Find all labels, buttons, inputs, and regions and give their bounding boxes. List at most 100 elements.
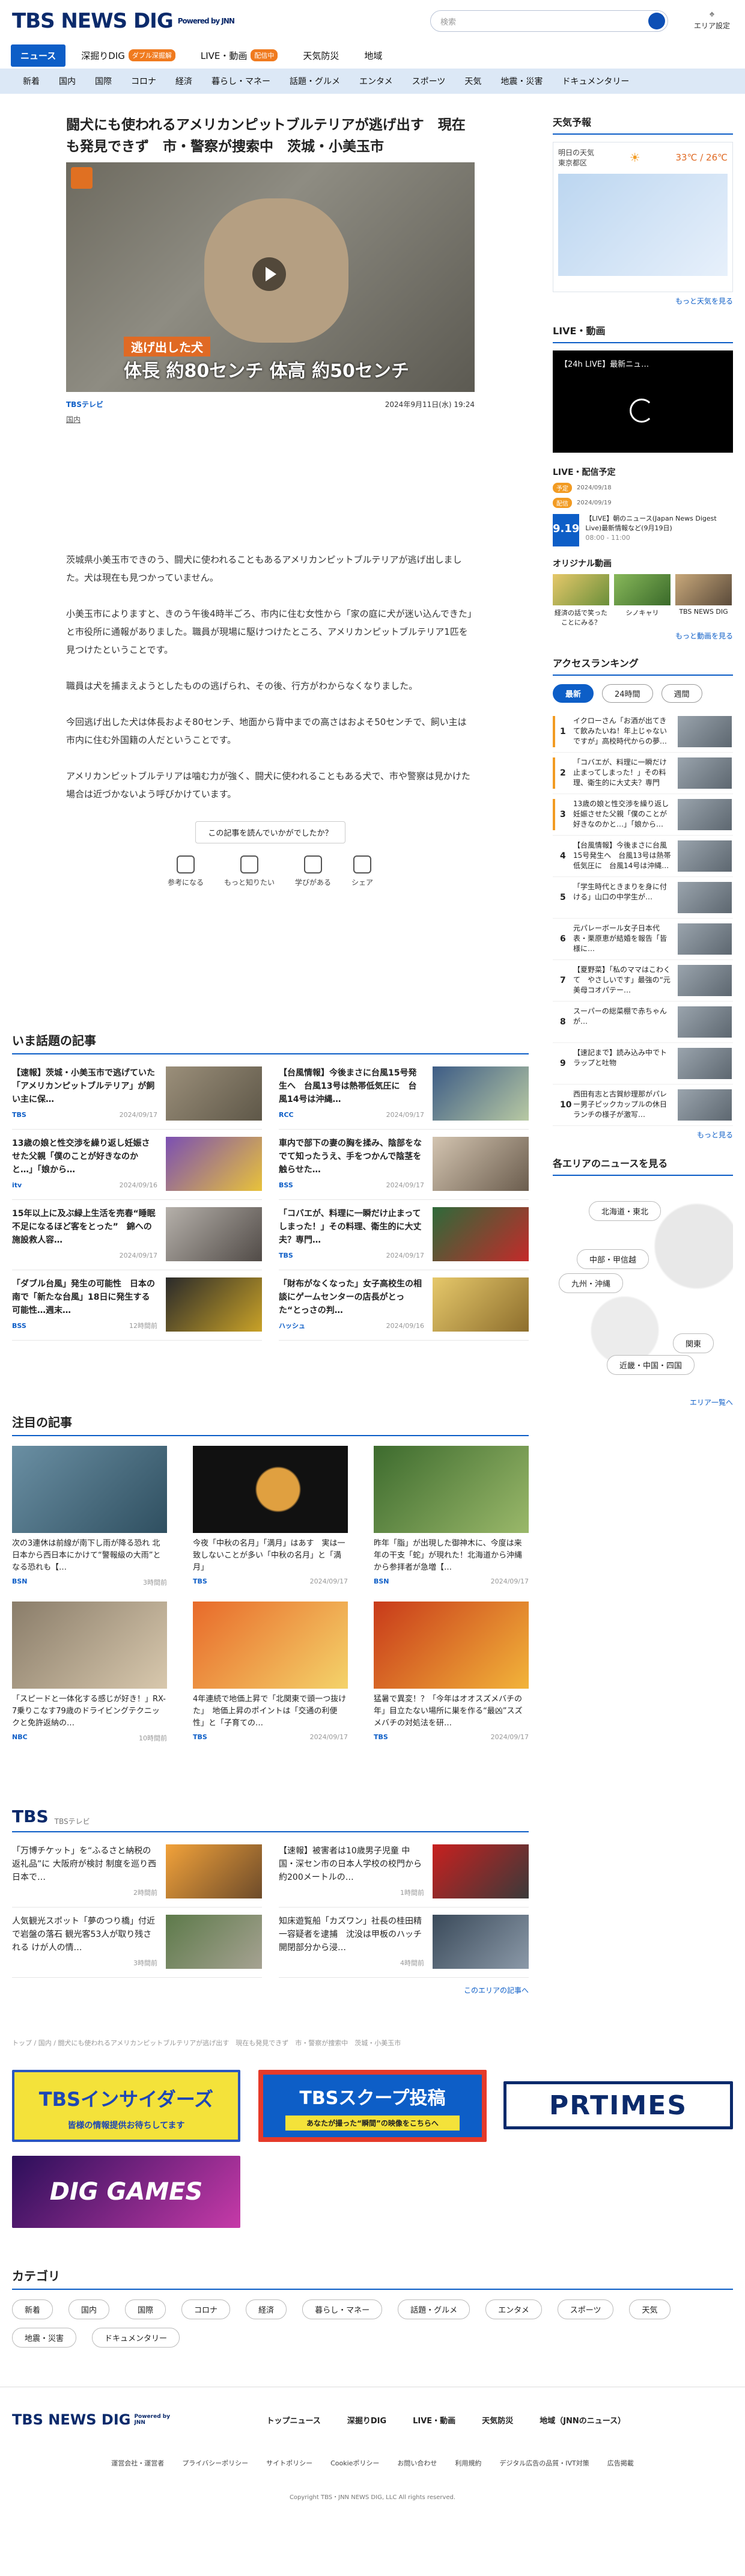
article-card[interactable]: 次の3連休は前線が南下し雨が降る恐れ 北日本から西日本にかけて“警報級の大雨”と… bbox=[12, 1446, 167, 1587]
play-icon[interactable] bbox=[252, 257, 286, 291]
category-link[interactable]: 国際 bbox=[85, 75, 121, 87]
article-card[interactable]: 昨年「脂」が出現した御神木に、今度は来年の干支「蛇」が現れた！北海道から沖縄から… bbox=[374, 1446, 529, 1587]
site-logo[interactable]: TBS NEWS DIG Powered by JNN bbox=[12, 9, 235, 33]
original-video[interactable]: 経済の話で笑ったことにみる？ bbox=[553, 574, 609, 627]
list-item[interactable]: 「財布がなくなった」女子高校生の相談にゲームセンターの店長がとった“とっさの判…… bbox=[279, 1270, 529, 1341]
footer-logo[interactable]: TBS NEWS DIG bbox=[12, 2411, 130, 2428]
ranking-item[interactable]: 9 【速記まで】読み込み中でトラップと吐物 bbox=[553, 1043, 733, 1085]
area-button[interactable]: 近畿・中国・四国 bbox=[607, 1355, 695, 1375]
category-link[interactable]: 経済 bbox=[166, 75, 202, 87]
weather-widget[interactable]: 明日の天気 東京都区 ☀ 33℃ / 26℃ bbox=[553, 142, 733, 292]
category-pill[interactable]: エンタメ bbox=[485, 2299, 542, 2319]
article-video[interactable]: 逃げ出した犬 体長 約80センチ 体高 約50センチ bbox=[66, 162, 475, 392]
category-pill[interactable]: 暮らし・マネー bbox=[302, 2299, 383, 2319]
reaction-more-button[interactable]: もっと知りたい bbox=[224, 855, 275, 887]
footer-small-link[interactable]: デジタル広告の品質・IVT対策 bbox=[499, 2458, 589, 2468]
category-link[interactable]: エンタメ bbox=[350, 75, 403, 87]
original-video[interactable]: TBS NEWS DIG bbox=[675, 574, 732, 627]
category-pill[interactable]: コロナ bbox=[181, 2299, 231, 2319]
category-pill[interactable]: 話題・グルメ bbox=[398, 2299, 470, 2319]
category-link[interactable]: スポーツ bbox=[403, 75, 455, 87]
ranking-tab-weekly[interactable]: 週間 bbox=[661, 684, 702, 703]
category-link[interactable]: 天気 bbox=[455, 75, 491, 87]
tbs-more-link[interactable]: このエリアの記事へ bbox=[12, 1985, 529, 1995]
list-item[interactable]: 「コバエが、料理に一瞬だけ止まってしまった！」その料理、衛生的に大丈夫？専門… T… bbox=[279, 1200, 529, 1270]
ranking-item[interactable]: 2 「コバエが、料理に一瞬だけ止まってしまった！」その料理、衛生的に大丈夫？専門家… bbox=[553, 753, 733, 794]
ranking-item[interactable]: 4 【台風情報】今後まさに台風15号発生へ 台風13号は熱帯低気圧に 台風14号は… bbox=[553, 836, 733, 877]
ranking-more-link[interactable]: もっと見る bbox=[553, 1130, 733, 1140]
footer-small-link[interactable]: Cookieポリシー bbox=[330, 2458, 379, 2468]
footer-link[interactable]: 地域（JNNのニュース） bbox=[540, 2414, 625, 2426]
category-link[interactable]: 暮らし・マネー bbox=[202, 75, 280, 87]
footer-small-link[interactable]: 利用規約 bbox=[455, 2458, 481, 2468]
article-source[interactable]: TBSテレビ bbox=[66, 399, 103, 409]
footer-small-link[interactable]: 運営会社・運営者 bbox=[111, 2458, 164, 2468]
list-item[interactable]: 「万博チケット」を“ふるさと納税の返礼品”に 大阪府が検討 制度を巡り西日本で…… bbox=[12, 1837, 262, 1908]
area-setting-button[interactable]: ⌖ エリア設定 bbox=[691, 8, 733, 31]
list-item[interactable]: 15年以上に及ぶ緑上生活を売春“睡眠不足になるほど客をとった” 錦への施設救人容… bbox=[12, 1200, 262, 1270]
footer-small-link[interactable]: お問い合わせ bbox=[397, 2458, 437, 2468]
ranking-tab-latest[interactable]: 最新 bbox=[553, 684, 594, 703]
live-video[interactable]: 【24h LIVE】最新ニュ… bbox=[553, 350, 733, 453]
footer-link[interactable]: 天気防災 bbox=[482, 2414, 513, 2426]
footer-small-link[interactable]: プライバシーポリシー bbox=[182, 2458, 248, 2468]
article-card[interactable]: 猛暑で異変！？「今年はオオスズメバチの年」目立たない場所に巣を作る“最凶”スズメ… bbox=[374, 1602, 529, 1743]
category-pill[interactable]: 地震・災害 bbox=[12, 2328, 77, 2348]
insiders-banner[interactable]: TBSインサイダーズ 皆様の情報提供お待ちしてます bbox=[12, 2070, 240, 2142]
scoop-banner[interactable]: TBSスクープ投稿 あなたが撮った“瞬間”の映像をこちらへ bbox=[258, 2070, 487, 2142]
footer-link[interactable]: LIVE・動画 bbox=[413, 2414, 455, 2426]
reaction-helpful-button[interactable]: 参考になる bbox=[168, 855, 204, 887]
category-pill[interactable]: 新着 bbox=[12, 2299, 53, 2319]
ranking-item[interactable]: 5 「学生時代ときまりを身に付ける」山口の中学生が… bbox=[553, 877, 733, 919]
list-item[interactable]: 【速報】被害者は10歳男子児童 中国・深セン市の日本人学校の校門から約200メー… bbox=[279, 1837, 529, 1908]
category-link[interactable]: コロナ bbox=[121, 75, 166, 87]
dig-games-banner[interactable]: DIG GAMES bbox=[12, 2156, 240, 2228]
prtimes-banner[interactable]: PRTIMES bbox=[503, 2081, 733, 2129]
tab-weather[interactable]: 天気防災 bbox=[293, 44, 348, 67]
ranking-item[interactable]: 6 元パレーボール女子日本代表・栗原恵が結婚を報告「皆様に… bbox=[553, 919, 733, 960]
ranking-item[interactable]: 7 【夏野菜】「私のママはこわくて やさしいです」最強の“元美母コオパテー… bbox=[553, 960, 733, 1002]
area-button[interactable]: 九州・沖縄 bbox=[559, 1273, 624, 1293]
tab-dig[interactable]: 深掘りDIG ダブル深掘解 bbox=[71, 44, 185, 67]
category-link[interactable]: ドキュメンタリー bbox=[552, 75, 639, 87]
list-item[interactable]: 「ダブル台風」発生の可能性 日本の南で「新たな台風」18日に発生する可能性…週末… bbox=[12, 1270, 262, 1341]
list-item[interactable]: 人気観光スポット「夢のつり橋」付近で岩盤の落石 観光客53人が取り残される けが… bbox=[12, 1908, 262, 1978]
area-more-link[interactable]: エリア一覧へ bbox=[553, 1397, 733, 1407]
category-pill[interactable]: 国際 bbox=[125, 2299, 166, 2319]
category-pill[interactable]: スポーツ bbox=[557, 2299, 614, 2319]
footer-small-link[interactable]: 広告掲載 bbox=[607, 2458, 634, 2468]
reaction-learn-button[interactable]: 学びがある bbox=[295, 855, 331, 887]
category-pill[interactable]: 経済 bbox=[246, 2299, 287, 2319]
search-icon[interactable] bbox=[648, 13, 665, 29]
tab-live[interactable]: LIVE・動画 配信中 bbox=[191, 44, 288, 67]
area-button[interactable]: 北海道・東北 bbox=[589, 1201, 661, 1221]
ranking-tab-24h[interactable]: 24時間 bbox=[602, 684, 653, 703]
category-pill[interactable]: 天気 bbox=[629, 2299, 670, 2319]
category-pill[interactable]: 国内 bbox=[68, 2299, 110, 2319]
footer-small-link[interactable]: サイトポリシー bbox=[266, 2458, 312, 2468]
share-button[interactable]: シェア bbox=[351, 855, 373, 887]
tab-region[interactable]: 地域 bbox=[354, 44, 392, 67]
category-link[interactable]: 地震・災害 bbox=[491, 75, 552, 87]
list-item[interactable]: 【速報】茨城・小美玉市で逃げていた「アメリカンピットブルテリア」が飼い主に保… T… bbox=[12, 1059, 262, 1130]
live-schedule-item[interactable]: 9.19 【LIVE】朝のニュース(Japan News Digest Live… bbox=[553, 514, 733, 546]
ranking-item[interactable]: 10 西田有志と古賀紗理那がパレー男子ピックカップルの休日ランチの様子が激写… bbox=[553, 1085, 733, 1126]
category-link[interactable]: 国内 bbox=[49, 75, 85, 87]
search-input[interactable]: 検索 bbox=[430, 10, 668, 32]
ranking-item[interactable]: 8 スーパーの総菜棚で赤ちゃんが… bbox=[553, 1002, 733, 1043]
category-pill[interactable]: ドキュメンタリー bbox=[92, 2328, 180, 2348]
list-item[interactable]: 車内で部下の妻の胸を揉み、陰部をなでて知ったうえ、手をつかんで陰茎を触らせた… B… bbox=[279, 1130, 529, 1200]
article-card[interactable]: 4年連続で地価上昇で「北関東で頭一つ抜けた」 地価上昇のポイントは「交通の利便性… bbox=[193, 1602, 348, 1743]
article-card[interactable]: 「スピードと一体化する感じが好き！」RX-7乗りこなす79歳のドライビングテクニ… bbox=[12, 1602, 167, 1743]
original-video[interactable]: シノキャリ bbox=[614, 574, 670, 627]
footer-link[interactable]: トップニュース bbox=[266, 2414, 320, 2426]
list-item[interactable]: 知床遊覧船「カズワン」社長の桂田精一容疑者を逮捕 沈没は甲板のハッチ開閉部分から… bbox=[279, 1908, 529, 1978]
weather-more-link[interactable]: もっと天気を見る bbox=[553, 296, 733, 306]
list-item[interactable]: 13歳の娘と性交渉を繰り返し妊娠させた父親「僕のことが好きなのかと…」「娘から…… bbox=[12, 1130, 262, 1200]
area-button[interactable]: 中部・甲信越 bbox=[577, 1249, 649, 1269]
article-card[interactable]: 今夜「中秋の名月」「満月」はあす 実は一致しないことが多い「中秋の名月」と「満月… bbox=[193, 1446, 348, 1587]
category-link[interactable]: 話題・グルメ bbox=[280, 75, 350, 87]
footer-link[interactable]: 深掘りDIG bbox=[347, 2414, 386, 2426]
list-item[interactable]: 【台風情報】今後まさに台風15号発生へ 台風13号は熱帯低気圧に 台風14号は沖… bbox=[279, 1059, 529, 1130]
article-tag[interactable]: 国内 bbox=[66, 414, 475, 424]
